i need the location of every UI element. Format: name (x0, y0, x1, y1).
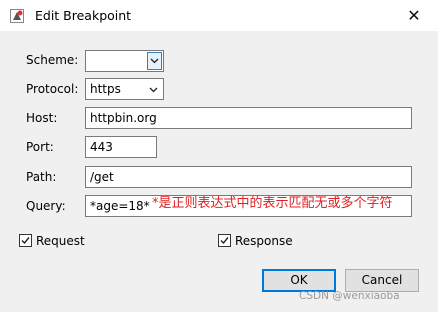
protocol-label: Protocol: (26, 82, 79, 96)
query-label: Query: (26, 199, 66, 213)
chevron-down-icon (149, 87, 158, 93)
close-button[interactable]: ✕ (400, 4, 428, 28)
close-icon: ✕ (407, 6, 421, 25)
scheme-label: Scheme: (26, 53, 79, 67)
request-check-box[interactable] (19, 234, 32, 247)
request-label: Request (36, 234, 85, 248)
response-label: Response (235, 234, 293, 248)
watermark: CSDN @wenxiaoba (299, 290, 400, 302)
port-label: Port: (26, 140, 54, 154)
window-title: Edit Breakpoint (35, 8, 132, 23)
host-input[interactable]: httpbin.org (85, 107, 412, 129)
dropdown-button[interactable] (147, 52, 162, 70)
checkmark-icon (220, 237, 229, 245)
breakpoint-app-icon (10, 9, 24, 23)
ok-button[interactable]: OK (262, 269, 336, 292)
chevron-down-icon (150, 58, 159, 64)
cancel-button[interactable]: Cancel (345, 269, 419, 292)
protocol-dropdown[interactable]: https (85, 78, 164, 100)
host-label: Host: (26, 111, 58, 125)
scheme-dropdown[interactable] (85, 50, 164, 72)
path-label: Path: (26, 170, 57, 184)
response-check-box[interactable] (218, 234, 231, 247)
checkmark-icon (21, 237, 30, 245)
port-input[interactable]: 443 (85, 136, 157, 158)
path-input[interactable]: /get (85, 166, 412, 188)
protocol-value: https (90, 82, 121, 96)
annotation-note: *是正则表达式中的表示匹配无或多个字符 (152, 196, 393, 211)
title-bar: Edit Breakpoint ✕ (0, 0, 438, 31)
